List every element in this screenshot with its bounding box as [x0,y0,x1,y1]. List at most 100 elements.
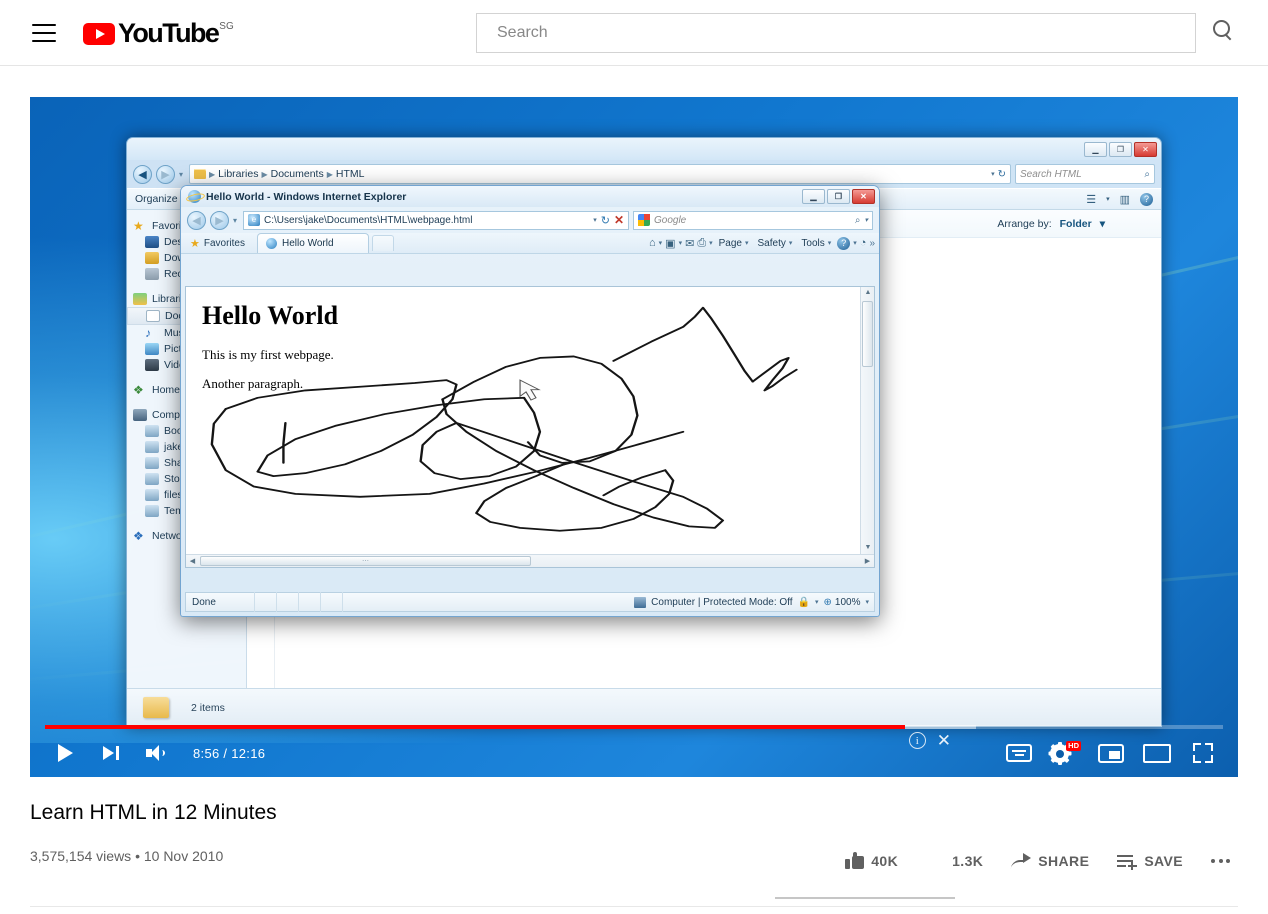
ie-minimize-button[interactable]: ▁ [802,189,825,204]
next-video-button[interactable] [88,729,134,777]
folder-icon [143,697,169,718]
webpage-paragraph-2: Another paragraph. [202,376,304,391]
share-button[interactable]: SHARE [997,843,1103,879]
view-layout-icon[interactable]: ☰ [1086,193,1096,206]
explorer-minimize-button[interactable]: ▁ [1084,141,1107,157]
search-icon[interactable]: ⌕ [855,215,861,226]
drive-icon [145,425,159,437]
ie-favorites-and-tabs-row: ★ Favorites Hello World ⌂ ▾ ▣ ▾ ✉ ⎙ ▾ Pa… [181,233,879,254]
ie-new-tab-button[interactable] [372,235,394,251]
scroll-left-icon[interactable]: ◀ [186,557,199,565]
explorer-search-placeholder: Search HTML [1020,168,1082,180]
settings-button[interactable]: HD [1042,741,1088,765]
breadcrumb-libraries[interactable]: Libraries [218,168,258,180]
explorer-status-bar: 2 items [127,688,1161,726]
ie-address-value: C:\Users\jake\Documents\HTML\webpage.htm… [264,214,473,226]
mail-icon[interactable]: ✉ [685,237,694,250]
folder-icon [194,169,207,179]
explorer-address-breadcrumb-bar[interactable]: ▶ Libraries ▶ Documents ▶ HTML ▾ ↻ [189,164,1011,184]
explorer-organize-button[interactable]: Organize [135,193,178,205]
chevron-down-icon[interactable]: ▾ [679,239,683,247]
preview-pane-icon[interactable]: ▥ [1120,193,1130,206]
chevron-down-icon[interactable]: ▾ [593,216,597,224]
stop-icon[interactable]: ✕ [614,213,624,227]
breadcrumb-html[interactable]: HTML [336,168,365,180]
ie-close-button[interactable]: ✕ [852,189,875,204]
hamburger-menu-icon[interactable] [32,23,56,42]
ie-zoom-control[interactable]: ⊕ 100% [824,597,861,608]
subtitles-button[interactable] [996,744,1042,762]
breadcrumb-separator: ▶ [326,169,333,179]
ie-tab-hello-world[interactable]: Hello World [257,233,369,253]
network-drive-icon [145,489,159,501]
chevron-down-icon[interactable]: ▾ [864,216,868,224]
search-button[interactable] [1213,20,1241,48]
save-playlist-icon [1117,854,1138,870]
ie-back-button[interactable]: ◀ [187,210,206,230]
scroll-down-icon[interactable]: ▼ [863,543,873,553]
scroll-right-icon[interactable]: ▶ [861,557,874,565]
youtube-logo[interactable]: YouTube SG [83,19,234,46]
ie-forward-button[interactable]: ▶ [210,210,229,230]
video-action-bar: 40K 1.3K SHARE SAVE [831,843,1244,879]
ie-search-provider-box[interactable]: Google ⌕ ▾ [633,210,873,230]
ie-favorites-button[interactable]: ★ Favorites [186,237,253,250]
ie-restore-button[interactable]: ❐ [827,189,850,204]
arrange-by-value[interactable]: Folder [1060,218,1092,230]
libraries-icon [133,293,147,305]
explorer-back-button[interactable]: ◀ [133,164,152,184]
feeds-icon[interactable]: ▣ [665,237,675,250]
chevron-down-icon[interactable]: ▾ [1100,218,1105,230]
like-button[interactable]: 40K [831,843,912,879]
search-input[interactable] [477,14,1195,52]
webpage-horizontal-scrollbar[interactable]: ◀ ⋯ ▶ [186,554,874,567]
search-box[interactable] [476,13,1196,53]
page-title: Learn HTML in 12 Minutes [30,801,277,824]
chevron-down-icon[interactable]: ▾ [659,239,663,247]
view-dropdown-icon[interactable]: ▾ [1106,195,1110,203]
breadcrumb-dropdown-icon[interactable]: ▾ [991,170,995,178]
network-drive-icon [145,505,159,517]
compatibility-view-icon[interactable]: ◔ [860,237,867,249]
explorer-search-input[interactable]: Search HTML ⌕ [1015,164,1155,184]
chevron-down-icon[interactable]: ▾ [865,598,869,606]
dislike-button[interactable]: 1.3K [912,843,997,879]
explorer-restore-button[interactable]: ❐ [1109,141,1132,157]
ie-page-viewport[interactable]: Hello World This is my first webpage. An… [185,286,875,568]
help-icon[interactable]: ? [837,236,851,250]
chevron-more-icon[interactable]: » [869,238,875,249]
horizontal-scroll-thumb[interactable]: ⋯ [200,556,531,566]
explorer-close-button[interactable]: ✕ [1134,141,1157,157]
play-button[interactable] [42,729,88,777]
chevron-down-icon[interactable]: ▾ [853,239,857,247]
video-player[interactable]: ▁ ❐ ✕ ◀ ▶ ▾ ▶ Libraries ▶ Documents ▶ HT… [30,97,1238,777]
ie-history-dropdown-icon[interactable]: ▾ [233,216,237,225]
print-icon[interactable]: ⎙ [697,237,706,250]
explorer-titlebar: ▁ ❐ ✕ [127,138,1161,160]
refresh-icon[interactable]: ↻ [601,214,610,227]
next-video-icon [103,746,119,760]
explorer-forward-button[interactable]: ▶ [156,164,175,184]
ie-status-state: Done [192,596,216,608]
ie-menu-safety[interactable]: Safety ▾ [755,238,796,249]
theater-mode-button[interactable] [1134,743,1180,763]
more-options-button[interactable] [1197,843,1244,879]
chevron-down-icon[interactable]: ▾ [709,239,713,247]
ie-menu-page[interactable]: Page ▾ [716,238,752,249]
share-label: SHARE [1038,853,1090,869]
explorer-history-dropdown-icon[interactable]: ▾ [179,170,183,179]
fullscreen-button[interactable] [1180,743,1226,763]
ie-address-bar[interactable]: e C:\Users\jake\Documents\HTML\webpage.h… [243,210,629,230]
home-icon[interactable]: ⌂ [649,237,656,249]
breadcrumb-documents[interactable]: Documents [271,168,324,180]
refresh-icon[interactable]: ↻ [998,169,1006,180]
miniplayer-button[interactable] [1088,743,1134,763]
country-code-label: SG [219,20,234,32]
chevron-down-icon[interactable]: ▾ [815,598,819,606]
ie-menu-tools[interactable]: Tools ▾ [798,238,834,249]
pictures-icon [145,343,159,355]
explorer-navigation-bar: ◀ ▶ ▾ ▶ Libraries ▶ Documents ▶ HTML ▾ ↻… [127,160,1161,188]
save-button[interactable]: SAVE [1103,843,1197,879]
help-icon[interactable]: ? [1140,192,1153,206]
volume-button[interactable] [134,729,180,777]
